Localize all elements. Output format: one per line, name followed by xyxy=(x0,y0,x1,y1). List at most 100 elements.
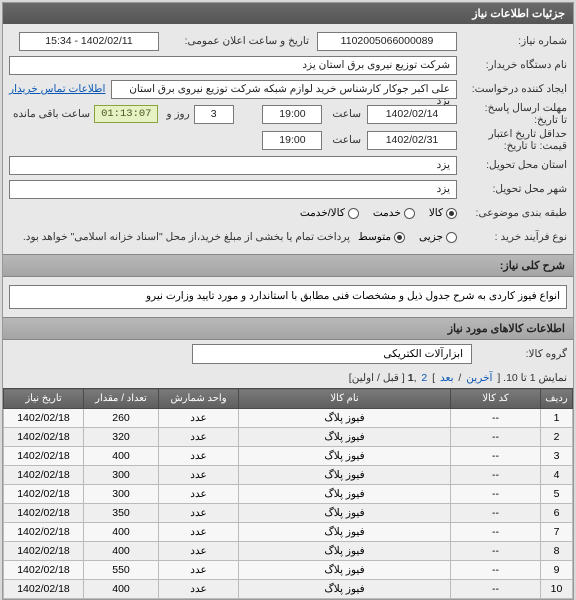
cell-code: -- xyxy=(451,485,541,504)
cell-qty: 300 xyxy=(84,485,159,504)
table-row[interactable]: 2--فیوز پلاگعدد3201402/02/18 xyxy=(4,428,573,447)
cell-code: -- xyxy=(451,466,541,485)
cell-code: -- xyxy=(451,561,541,580)
cell-name: فیوز پلاگ xyxy=(239,409,451,428)
cell-name: فیوز پلاگ xyxy=(239,542,451,561)
table-row[interactable]: 4--فیوز پلاگعدد3001402/02/18 xyxy=(4,466,573,485)
need-no-value: 1102005066000089 xyxy=(317,32,457,51)
city-value: یزد xyxy=(9,180,457,199)
th-qty: تعداد / مقدار xyxy=(84,389,159,409)
buyer-org-value: شرکت توزیع نیروی برق استان یزد xyxy=(9,56,457,75)
cell-date: 1402/02/18 xyxy=(4,447,84,466)
cell-unit: عدد xyxy=(159,580,239,599)
table-row[interactable]: 8--فیوز پلاگعدد4001402/02/18 xyxy=(4,542,573,561)
pager-next[interactable]: بعد xyxy=(440,372,454,384)
announce-value: 1402/02/11 - 15:34 xyxy=(19,32,159,51)
cell-qty: 260 xyxy=(84,409,159,428)
cell-date: 1402/02/18 xyxy=(4,485,84,504)
cell-qty: 400 xyxy=(84,523,159,542)
cell-code: -- xyxy=(451,428,541,447)
cell-idx: 9 xyxy=(541,561,573,580)
radio-goods[interactable]: کالا xyxy=(429,207,457,219)
price-validity-time: 19:00 xyxy=(262,131,322,150)
process-label: نوع فرآیند خرید : xyxy=(457,231,567,243)
radio-icon xyxy=(394,232,405,243)
cell-qty: 400 xyxy=(84,447,159,466)
requester-label: ایجاد کننده درخواست: xyxy=(457,83,567,95)
table-row[interactable]: 9--فیوز پلاگعدد5501402/02/18 xyxy=(4,561,573,580)
radio-service[interactable]: خدمت xyxy=(373,207,415,219)
cell-code: -- xyxy=(451,542,541,561)
cell-name: فیوز پلاگ xyxy=(239,504,451,523)
cell-name: فیوز پلاگ xyxy=(239,447,451,466)
radio-med[interactable]: متوسط xyxy=(358,231,405,243)
pager: نمایش 1 تا 10. [ آخرین / بعد ] 2 ,1 [ قب… xyxy=(3,368,573,388)
cell-date: 1402/02/18 xyxy=(4,504,84,523)
pager-last[interactable]: آخرین xyxy=(466,372,492,384)
cell-unit: عدد xyxy=(159,409,239,428)
cell-idx: 3 xyxy=(541,447,573,466)
price-validity-date: 1402/02/31 xyxy=(367,131,457,150)
table-row[interactable]: 7--فیوز پلاگعدد4001402/02/18 xyxy=(4,523,573,542)
radio-both[interactable]: کالا/خدمت xyxy=(300,207,359,219)
need-details-panel: جزئیات اطلاعات نیاز شماره نیاز: 11020050… xyxy=(2,2,574,600)
cell-date: 1402/02/18 xyxy=(4,561,84,580)
cell-idx: 8 xyxy=(541,542,573,561)
cell-date: 1402/02/18 xyxy=(4,580,84,599)
cell-date: 1402/02/18 xyxy=(4,428,84,447)
category-radio-group: کالا خدمت کالا/خدمت xyxy=(300,207,457,219)
buyer-contact-link[interactable]: اطلاعات تماس خریدار xyxy=(9,83,105,95)
time-label-1: ساعت xyxy=(328,108,361,120)
need-no-label: شماره نیاز: xyxy=(457,35,567,47)
table-row[interactable]: 3--فیوز پلاگعدد4001402/02/18 xyxy=(4,447,573,466)
radio-low[interactable]: جزیی xyxy=(419,231,457,243)
cell-name: فیوز پلاگ xyxy=(239,428,451,447)
group-label: گروه کالا: xyxy=(472,348,567,360)
cell-code: -- xyxy=(451,523,541,542)
payment-note: پرداخت تمام یا بخشی از مبلغ خرید،از محل … xyxy=(23,231,350,243)
cell-idx: 10 xyxy=(541,580,573,599)
goods-table: ردیف کد کالا نام کالا واحد شمارش تعداد /… xyxy=(3,388,573,599)
table-row[interactable]: 1--فیوز پلاگعدد2601402/02/18 xyxy=(4,409,573,428)
radio-icon xyxy=(404,208,415,219)
th-idx: ردیف xyxy=(541,389,573,409)
table-row[interactable]: 10--فیوز پلاگعدد4001402/02/18 xyxy=(4,580,573,599)
buyer-org-label: نام دستگاه خریدار: xyxy=(457,59,567,71)
price-validity-label: حداقل تاریخ اعتبار قیمت: تا تاریخ: xyxy=(457,128,567,152)
cell-name: فیوز پلاگ xyxy=(239,466,451,485)
cell-unit: عدد xyxy=(159,447,239,466)
table-row[interactable]: 5--فیوز پلاگعدد3001402/02/18 xyxy=(4,485,573,504)
city-label: شهر محل تحویل: xyxy=(457,183,567,195)
cell-date: 1402/02/18 xyxy=(4,409,84,428)
th-date: تاریخ نیاز xyxy=(4,389,84,409)
province-label: استان محل تحویل: xyxy=(457,159,567,171)
cell-idx: 2 xyxy=(541,428,573,447)
cell-unit: عدد xyxy=(159,485,239,504)
announce-label: تاریخ و ساعت اعلان عمومی: xyxy=(159,35,309,47)
panel-body: شماره نیاز: 1102005066000089 تاریخ و ساع… xyxy=(3,24,573,254)
cell-unit: عدد xyxy=(159,504,239,523)
summary-text: انواع فیوز کاردی به شرح جدول ذیل و مشخصا… xyxy=(9,285,567,309)
cell-code: -- xyxy=(451,447,541,466)
cell-unit: عدد xyxy=(159,466,239,485)
cell-idx: 5 xyxy=(541,485,573,504)
radio-icon xyxy=(446,232,457,243)
category-label: طبقه بندی موضوعی: xyxy=(457,207,567,219)
group-value: ابزارآلات الکتریکی xyxy=(192,344,472,364)
cell-unit: عدد xyxy=(159,542,239,561)
pager-page-2[interactable]: 2 xyxy=(421,372,427,384)
summary-title: شرح کلی نیاز: xyxy=(3,254,573,277)
cell-unit: عدد xyxy=(159,523,239,542)
province-value: یزد xyxy=(9,156,457,175)
cell-date: 1402/02/18 xyxy=(4,466,84,485)
day-and-label: روز و xyxy=(162,108,189,120)
cell-idx: 6 xyxy=(541,504,573,523)
deadline-send-label: مهلت ارسال پاسخ: تا تاریخ: xyxy=(457,102,567,126)
cell-name: فیوز پلاگ xyxy=(239,523,451,542)
remaining-label: ساعت باقی مانده xyxy=(9,108,90,120)
cell-qty: 350 xyxy=(84,504,159,523)
cell-unit: عدد xyxy=(159,561,239,580)
deadline-time: 19:00 xyxy=(262,105,322,124)
table-row[interactable]: 6--فیوز پلاگعدد3501402/02/18 xyxy=(4,504,573,523)
cell-idx: 1 xyxy=(541,409,573,428)
